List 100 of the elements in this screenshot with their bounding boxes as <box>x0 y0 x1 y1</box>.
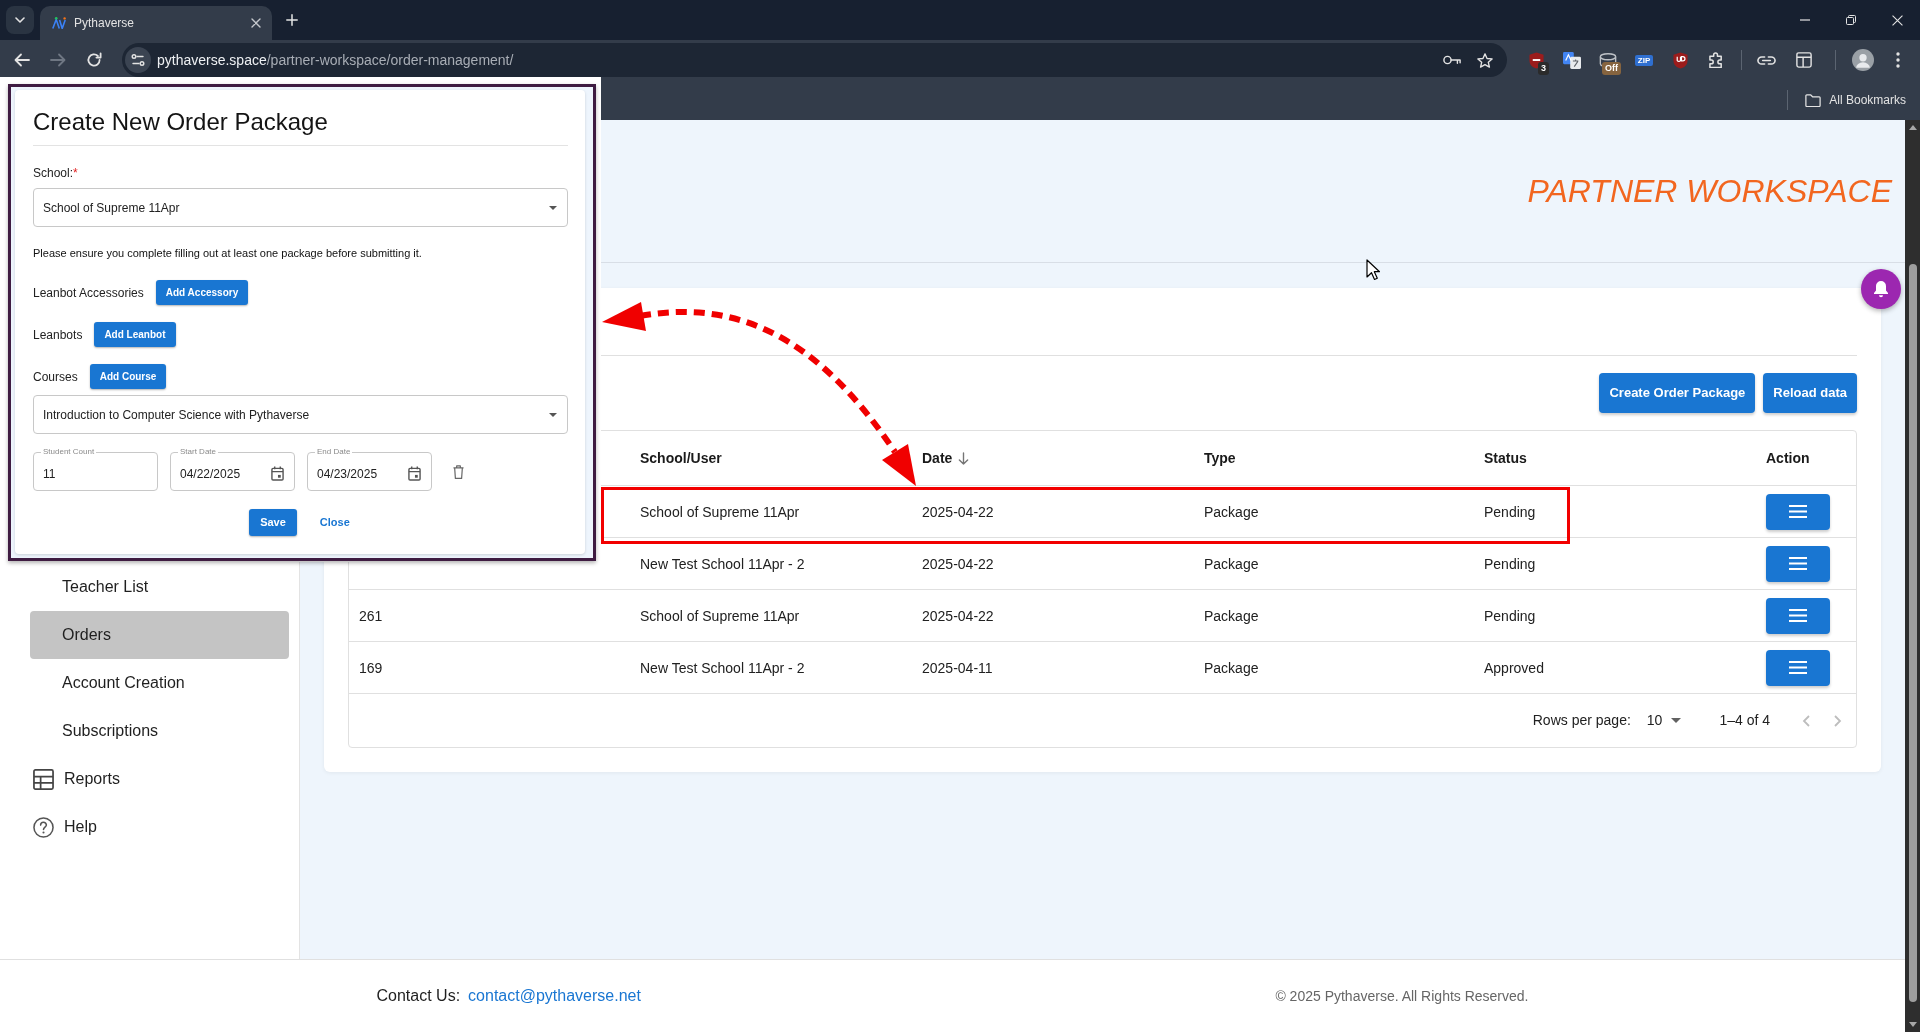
menu-icon <box>1789 661 1807 674</box>
add-button[interactable]: Add Leanbot <box>94 322 176 347</box>
puzzle-icon[interactable] <box>1708 52 1724 68</box>
sidebar-item[interactable]: Account Creation <box>30 659 289 707</box>
link-icon[interactable] <box>1756 55 1776 65</box>
scroll-down-icon[interactable] <box>1908 1022 1917 1027</box>
rows-per-page-select[interactable]: 10 <box>1646 710 1682 731</box>
address-bar[interactable]: pythaverse.space/partner-workspace/order-management/ <box>122 43 1507 77</box>
copyright-text: © 2025 Pythaverse. All Rights Reserved. <box>1275 986 1529 1006</box>
folder-icon <box>1805 93 1822 107</box>
shield-icon[interactable] <box>1672 51 1688 69</box>
dialog-title: Create New Order Package <box>33 108 328 136</box>
column-header: School/User <box>640 448 722 468</box>
browser-tab[interactable]: Pythaverse <box>40 6 272 40</box>
order-date: 2025-04-22 <box>922 607 994 624</box>
close-button[interactable]: Close <box>317 509 352 536</box>
dropdown-caret-icon <box>1671 718 1682 723</box>
more-options-icon[interactable] <box>1896 52 1900 68</box>
avatar-icon[interactable] <box>1852 49 1874 71</box>
extension-button[interactable]: ZIP <box>1634 54 1654 66</box>
trash-icon[interactable] <box>453 465 464 479</box>
scrollbar-thumb[interactable] <box>1908 264 1917 1002</box>
dropdown-caret-icon <box>549 412 557 417</box>
sidebar-item[interactable]: Reports <box>30 755 289 803</box>
scroll-up-icon[interactable] <box>1908 125 1917 130</box>
section-label: Leanbot Accessories <box>33 284 144 302</box>
order-date: 2025-04-11 <box>922 659 993 676</box>
star-icon[interactable] <box>1477 52 1493 68</box>
extension-badge: 3 <box>1538 62 1549 75</box>
rows-per-page-label: Rows per page: <box>1532 711 1631 730</box>
order-date: 2025-04-22 <box>922 503 994 520</box>
app-logo-icon <box>52 17 66 29</box>
order-id: 261 <box>359 607 383 624</box>
field-label: End Date <box>316 447 352 457</box>
menu-icon <box>1789 557 1807 570</box>
column-header: Status <box>1484 448 1527 468</box>
mouse-pointer-icon <box>1366 259 1380 281</box>
chevron-down-icon <box>15 17 25 23</box>
email-link[interactable]: contact@pythaverse.net <box>468 984 641 1008</box>
row-menu-button[interactable] <box>1766 649 1830 686</box>
row-menu-button[interactable] <box>1766 597 1830 634</box>
field-label: Start Date <box>179 447 217 457</box>
add-button[interactable]: Add Accessory <box>155 280 249 305</box>
row-menu-button[interactable] <box>1766 545 1830 582</box>
order-status: Pending <box>1484 607 1536 624</box>
order-type: Package <box>1204 659 1259 676</box>
save-button[interactable]: Save <box>249 509 297 536</box>
sidebar-item[interactable]: Help <box>30 803 289 851</box>
plus-icon[interactable] <box>286 14 298 26</box>
contact-label: Contact Us: <box>376 986 461 1006</box>
order-type: Package <box>1204 555 1259 572</box>
notice-text: Please ensure you complete filling out at least one package before submitting it. <box>33 246 422 261</box>
order-status: Pending <box>1484 503 1536 520</box>
dropdown-caret-icon <box>549 205 557 210</box>
restore-icon[interactable] <box>1846 15 1856 25</box>
select-field[interactable]: School of Supreme 11Apr <box>33 188 568 227</box>
back-icon[interactable] <box>14 53 30 67</box>
table-icon <box>33 768 54 790</box>
column-header: Action <box>1766 448 1810 468</box>
school-name: School of Supreme 11Apr <box>640 503 800 520</box>
field-label: School:* <box>33 165 78 181</box>
order-id: 169 <box>359 659 383 676</box>
tab-list-button[interactable] <box>6 6 34 34</box>
sidebar-item[interactable]: Subscriptions <box>30 707 289 755</box>
sidebar-item[interactable]: Orders <box>30 611 289 659</box>
layout-icon[interactable] <box>1796 52 1812 68</box>
close-icon[interactable] <box>1891 14 1903 26</box>
sort-arrow-icon[interactable] <box>958 451 970 465</box>
site-settings-icon[interactable] <box>125 47 151 73</box>
all-bookmarks-button[interactable]: All Bookmarks <box>1805 91 1906 109</box>
date-field[interactable]: End Date 04/23/2025 <box>307 447 432 491</box>
add-button[interactable]: Add Course <box>89 364 167 389</box>
reload-icon[interactable] <box>86 52 102 68</box>
key-icon[interactable] <box>1443 55 1461 65</box>
date-field[interactable]: Start Date 04/22/2025 <box>170 447 295 491</box>
translate-icon[interactable] <box>1563 51 1581 69</box>
sidebar-item[interactable]: Teacher List <box>30 563 289 611</box>
bell-icon <box>1873 280 1889 298</box>
action-button[interactable]: Reload data <box>1763 373 1857 413</box>
select-field[interactable]: Introduction to Computer Science with Pythaverse <box>33 395 568 434</box>
section-label: Leanbots <box>33 326 83 344</box>
action-button[interactable]: Create Order Package <box>1599 373 1756 413</box>
menu-icon <box>1789 505 1807 518</box>
page-title: PARTNER WORKSPACE <box>1527 172 1892 211</box>
menu-icon <box>1789 609 1807 622</box>
field-label: Student Count <box>42 447 96 457</box>
column-header: Type <box>1204 448 1236 468</box>
school-name: New Test School 11Apr - 2 <box>640 659 805 676</box>
scrollbar[interactable] <box>1905 120 1920 1032</box>
extension-badge: Off <box>1602 62 1621 75</box>
row-menu-button[interactable] <box>1766 493 1830 530</box>
order-status: Approved <box>1484 659 1544 676</box>
pagination-range: 1–4 of 4 <box>1719 711 1770 730</box>
calendar-icon[interactable] <box>271 466 284 481</box>
number-field[interactable]: Student Count 11 <box>33 447 158 491</box>
calendar-icon[interactable] <box>408 466 421 481</box>
close-icon[interactable] <box>251 18 261 28</box>
order-date: 2025-04-22 <box>922 555 994 572</box>
order-status: Pending <box>1484 555 1536 572</box>
order-type: Package <box>1204 607 1259 624</box>
